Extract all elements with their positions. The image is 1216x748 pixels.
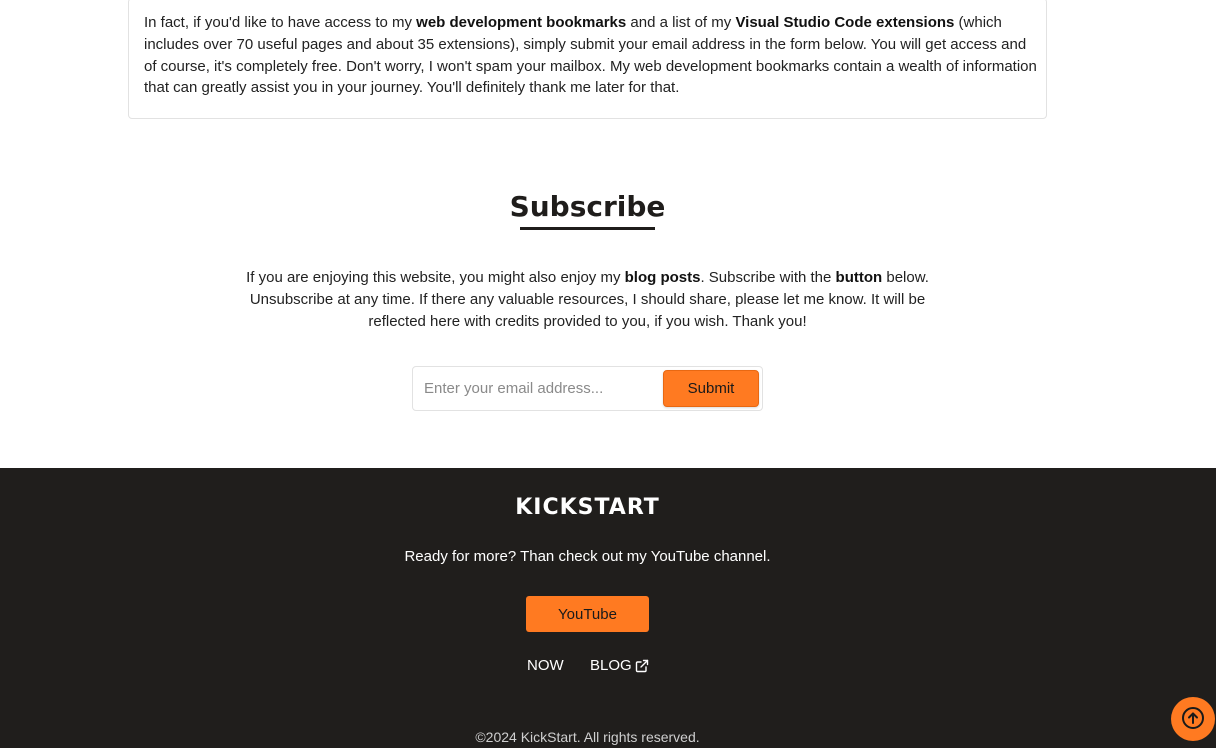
intro-text-2: and a list of my [626, 14, 736, 31]
subscribe-text-2: . Subscribe with the [700, 269, 836, 286]
youtube-button[interactable]: YouTube [526, 596, 649, 632]
external-link-icon [635, 659, 649, 673]
subscribe-heading-underline [520, 227, 655, 230]
subscribe-text-1: If you are enjoying this website, you mi… [246, 269, 625, 286]
bookmarks-highlight: web development bookmarks [416, 14, 627, 31]
submit-button[interactable]: Submit [663, 370, 759, 407]
nav-link-now[interactable]: NOW [527, 657, 564, 674]
subscribe-description: If you are enjoying this website, you mi… [245, 267, 930, 333]
subscribe-form: Submit [412, 366, 763, 411]
subscribe-heading: Subscribe [509, 190, 666, 223]
intro-card: In fact, if you'd like to have access to… [128, 0, 1047, 119]
email-input[interactable] [414, 368, 659, 409]
footer-nav: NOW BLOG [0, 657, 1216, 677]
vscode-extensions-highlight: Visual Studio Code extensions [735, 14, 955, 31]
intro-text-1: In fact, if you'd like to have access to… [144, 14, 417, 31]
footer-brand: KICKSTART [515, 495, 660, 520]
footer-tagline: Ready for more? Than check out my YouTub… [404, 548, 771, 565]
nav-link-blog[interactable]: BLOG [590, 657, 649, 674]
blog-posts-highlight: blog posts [624, 269, 701, 286]
copyright-text: ©2024 KickStart. All rights reserved. [475, 729, 700, 745]
scroll-to-top-button[interactable] [1171, 697, 1215, 741]
arrow-up-circle-icon [1180, 705, 1206, 734]
footer: KICKSTART Ready for more? Than check out… [0, 468, 1216, 748]
nav-link-blog-label: BLOG [590, 657, 632, 674]
intro-paragraph: In fact, if you'd like to have access to… [144, 12, 1039, 99]
button-highlight: button [835, 269, 883, 286]
